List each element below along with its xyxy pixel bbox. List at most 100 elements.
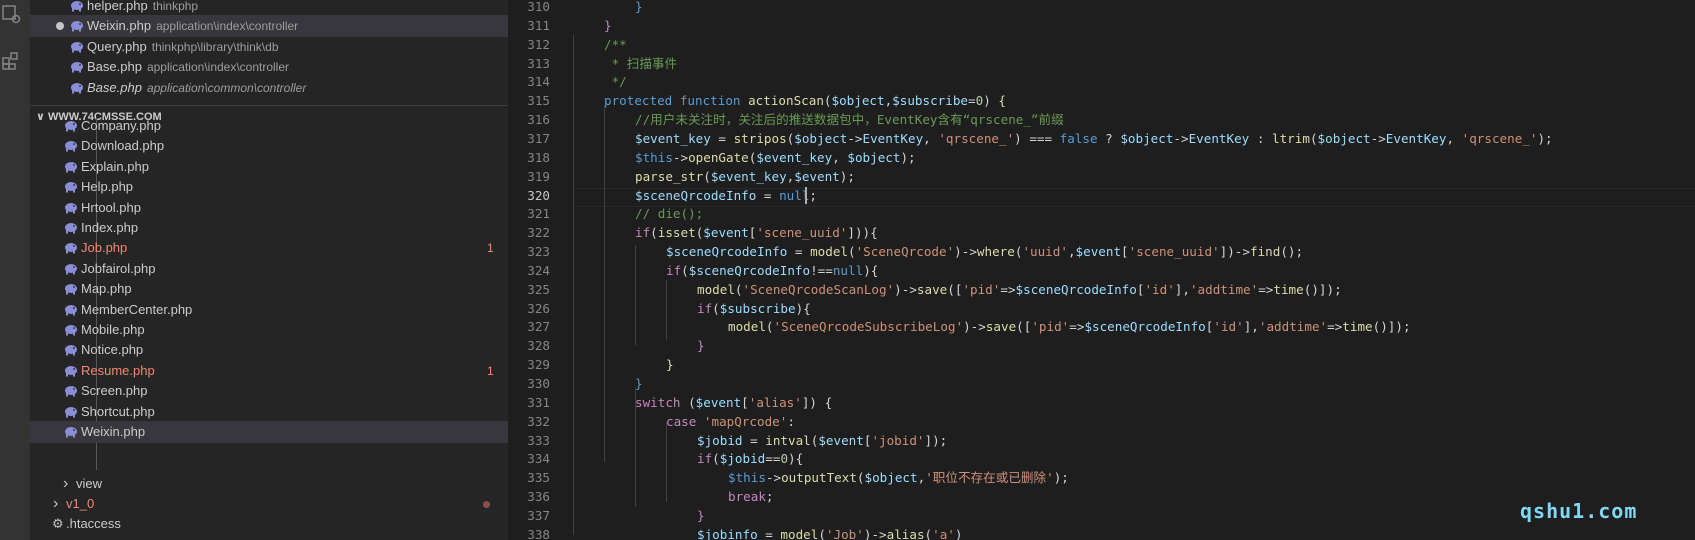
open-editor-item[interactable]: Base.php application\common\controller	[30, 77, 508, 99]
file-tree-item[interactable]: MemberCenter.php	[30, 299, 508, 321]
code-line[interactable]: }	[604, 16, 612, 35]
folder-name: v1_0	[66, 496, 95, 511]
php-elephant-icon	[65, 304, 77, 316]
folder-item[interactable]: › view	[30, 473, 508, 495]
file-tree-item[interactable]: Weixin.php	[30, 421, 508, 443]
php-elephant-icon	[65, 284, 77, 295]
code-line[interactable]: $sceneQrcodeInfo = null;	[635, 186, 817, 205]
code-line[interactable]: $event_key = stripos($object->EventKey, …	[635, 129, 1553, 148]
code-line[interactable]: model('SceneQrcodeScanLog')->save(['pid'…	[697, 280, 1342, 299]
code-line[interactable]: model('SceneQrcodeSubscribeLog')->save([…	[728, 317, 1411, 336]
file-tree-item[interactable]: Screen.php	[30, 380, 508, 402]
code-editor[interactable]: 310} 311} 312 /** 313 * 扫描事件 314 */ 315 protect…	[508, 0, 1695, 540]
code-token: ([	[947, 281, 963, 297]
indent-guide	[573, 35, 574, 535]
code-token: find	[1249, 244, 1281, 260]
code-token: ],	[1174, 281, 1190, 297]
file-tree-item[interactable]: Mobile.php	[30, 319, 508, 341]
code-line[interactable]: /**	[604, 35, 627, 54]
code-line[interactable]: $jobinfo = model('Job')->alias('a')	[697, 525, 962, 540]
code-token: )->	[863, 526, 887, 540]
code-token: 'SceneQrcodeSubscribeLog'	[773, 319, 964, 335]
unsaved-dot-icon[interactable]	[56, 22, 64, 31]
code-token: where	[976, 244, 1015, 260]
code-line[interactable]: //用户未关注时，关注后的推送数据包中，EventKey含有“qrscene_”…	[635, 110, 1064, 129]
code-token: (	[1309, 130, 1318, 146]
file-tree-item[interactable]: Jobfairol.php	[30, 258, 508, 280]
file-tree-item[interactable]: Explain.php	[30, 156, 508, 178]
code-line[interactable]: }	[635, 0, 643, 16]
file-tree-item[interactable]: Map.php	[30, 278, 508, 300]
code-token: 'id'	[1144, 281, 1175, 297]
indent-guide	[666, 422, 667, 502]
file-tree-item[interactable]: Resume.php 1	[30, 360, 508, 382]
extensions-icon[interactable]	[1, 50, 21, 70]
code-token: ])){	[847, 225, 878, 241]
code-line[interactable]: }	[697, 336, 705, 355]
code-line[interactable]: * 扫描事件	[604, 54, 678, 73]
file-tree-item[interactable]: Hrtool.php	[30, 197, 508, 219]
line-number: 322	[527, 225, 550, 241]
code-token: EventKey	[1385, 130, 1447, 146]
php-elephant-icon	[65, 427, 77, 438]
code-line[interactable]: if($sceneQrcodeInfo!==null){	[666, 261, 878, 280]
code-line[interactable]: switch ($event['alias']) {	[635, 393, 832, 412]
line-number: 318	[527, 149, 550, 165]
file-tree-item[interactable]: Index.php	[30, 217, 508, 239]
code-token: model	[810, 244, 848, 260]
open-editor-item[interactable]: Query.php thinkphp\library\think\db	[30, 36, 508, 58]
file-tree-item[interactable]: Help.php	[30, 176, 508, 198]
file-tree-item[interactable]: Download.php	[30, 135, 508, 157]
code-token: save	[916, 281, 948, 297]
file-name: Hrtool.php	[81, 199, 141, 215]
code-token: 'SceneQrcodeScanLog'	[742, 281, 895, 297]
php-elephant-icon	[65, 182, 77, 193]
code-token: );	[1537, 130, 1553, 146]
code-token: $object	[831, 93, 885, 109]
code-line[interactable]: case 'mapQrcode':	[666, 412, 795, 431]
code-token: $jobid	[697, 432, 743, 448]
code-token: 'qrscene_'	[938, 130, 1015, 146]
code-line[interactable]: if($subscribe){	[697, 299, 811, 318]
code-token: ?	[1097, 130, 1121, 146]
code-token: ;	[765, 489, 774, 505]
open-editor-item[interactable]: Base.php application\index\controller	[30, 56, 508, 78]
code-line[interactable]: $this->outputText($object,'职位不存在或已删除');	[728, 468, 1069, 487]
file-tree-item[interactable]: Shortcut.php	[30, 401, 508, 423]
code-line[interactable]: }	[666, 355, 674, 374]
code-token: =	[742, 432, 766, 448]
code-line[interactable]: break;	[728, 487, 774, 506]
code-line[interactable]: */	[604, 72, 627, 91]
code-token: 'mapQrcode'	[703, 413, 788, 429]
code-line[interactable]: if($jobid==0){	[697, 449, 803, 468]
code-token: =>	[1069, 319, 1085, 335]
code-line[interactable]: // die();	[635, 204, 703, 223]
code-token: (	[734, 281, 743, 297]
code-line[interactable]: }	[697, 506, 705, 525]
file-name: Screen.php	[81, 383, 148, 399]
code-line[interactable]: $jobid = intval($event['jobid']);	[697, 431, 947, 450]
code-line[interactable]: parse_str($event_key,$event);	[635, 167, 855, 186]
code-token: $object	[794, 130, 848, 146]
source-control-icon[interactable]	[1, 4, 21, 24]
code-line[interactable]: $this->openGate($event_key, $object);	[635, 148, 916, 167]
code-line[interactable]: $sceneQrcodeInfo = model('SceneQrcode')-…	[666, 242, 1303, 261]
code-token: ==	[765, 451, 781, 467]
open-editor-name: Weixin.php application\index\controller	[87, 18, 299, 34]
code-token: openGate	[688, 149, 749, 165]
open-editor-item[interactable]: Weixin.php application\index\controller	[30, 15, 508, 38]
code-token: ){	[788, 451, 804, 467]
code-token: model	[728, 319, 766, 335]
code-line[interactable]: protected function actionScan($object,$s…	[604, 91, 1006, 110]
file-tree-item[interactable]: Company.php	[30, 115, 508, 137]
file-tree-item[interactable]: Job.php 1	[30, 237, 508, 259]
file-tree-item[interactable]: Notice.php	[30, 339, 508, 361]
code-line[interactable]: if(isset($event['scene_uuid'])){	[635, 223, 878, 242]
folder-item[interactable]: › v1_0	[30, 493, 508, 515]
code-line[interactable]: }	[635, 374, 643, 393]
code-token: $sceneQrcodeInfo	[1015, 281, 1137, 297]
file-tree-item[interactable]: ⚙ .htaccess	[30, 513, 508, 535]
text-cursor	[805, 186, 807, 204]
code-token: (	[848, 244, 856, 260]
code-token: (	[823, 93, 832, 109]
